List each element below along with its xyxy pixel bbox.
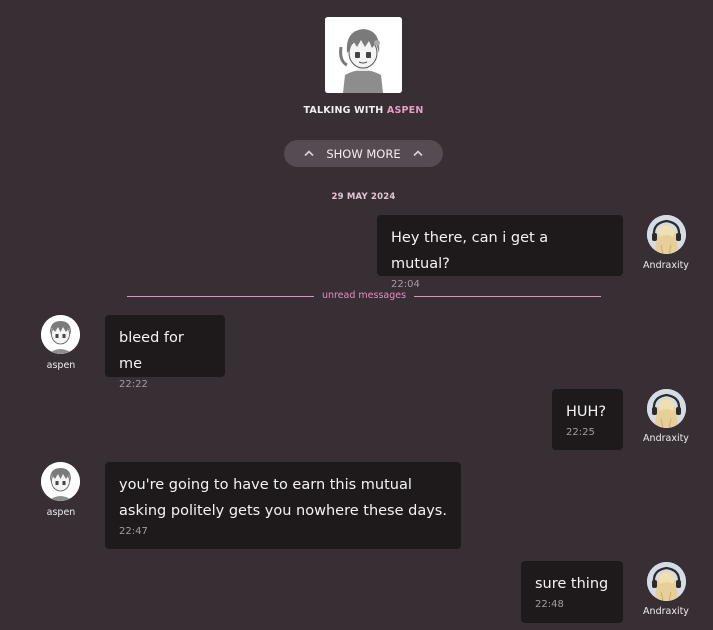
aspen-avatar-icon xyxy=(41,315,80,354)
aspen-avatar[interactable] xyxy=(41,315,80,354)
message-text: you're going to have to earn this mutual… xyxy=(119,477,447,519)
message-bubble-incoming[interactable]: bleed for me 22:22 xyxy=(105,315,225,390)
andraxity-avatar-icon xyxy=(647,215,686,254)
message-text: sure thing xyxy=(535,576,609,592)
andraxity-avatar[interactable] xyxy=(647,215,686,254)
message-time: 22:25 xyxy=(566,427,595,438)
contact-profile-picture[interactable] xyxy=(325,17,402,93)
contact-name-link[interactable]: ASPEN xyxy=(387,105,424,116)
message-author[interactable]: aspen xyxy=(31,507,91,518)
andraxity-avatar-icon xyxy=(647,389,686,428)
andraxity-avatar[interactable] xyxy=(647,389,686,428)
show-more-button[interactable]: SHOW MORE xyxy=(284,140,443,167)
chevron-up-icon xyxy=(413,150,423,157)
date-separator: 29 MAY 2024 xyxy=(331,192,396,202)
message-bubble-outgoing[interactable]: sure thing 22:48 xyxy=(521,561,623,623)
message-text: bleed for me xyxy=(119,330,184,372)
unread-messages-label: unread messages xyxy=(321,290,407,301)
talking-with-prefix: TALKING WITH xyxy=(303,105,384,116)
message-author[interactable]: Andraxity xyxy=(636,606,696,617)
unread-divider-right xyxy=(414,296,601,297)
andraxity-avatar[interactable] xyxy=(647,562,686,601)
chevron-up-icon xyxy=(304,150,314,157)
andraxity-avatar-icon xyxy=(647,562,686,601)
aspen-portrait-icon xyxy=(325,17,402,93)
message-time: 22:47 xyxy=(119,526,148,537)
message-bubble-outgoing[interactable]: HUH? 22:25 xyxy=(552,389,623,450)
message-time: 22:48 xyxy=(535,599,564,610)
message-author[interactable]: aspen xyxy=(31,360,91,371)
talking-with-heading: TALKING WITH ASPEN xyxy=(0,105,713,116)
message-bubble-outgoing[interactable]: Hey there, can i get a mutual? 22:04 xyxy=(377,215,623,290)
message-bubble-incoming[interactable]: you're going to have to earn this mutual… xyxy=(105,462,461,549)
message-text: Hey there, can i get a mutual? xyxy=(391,230,549,272)
aspen-avatar[interactable] xyxy=(41,462,80,501)
unread-divider-left xyxy=(127,296,314,297)
message-author[interactable]: Andraxity xyxy=(636,433,696,444)
message-time: 22:04 xyxy=(391,279,420,290)
chat-page: TALKING WITH ASPEN SHOW MORE 29 MAY 2024… xyxy=(0,0,713,630)
message-time: 22:22 xyxy=(119,379,148,390)
show-more-label: SHOW MORE xyxy=(326,146,401,161)
message-author[interactable]: Andraxity xyxy=(636,260,696,271)
message-text: HUH? xyxy=(566,404,607,420)
aspen-avatar-icon xyxy=(41,462,80,501)
